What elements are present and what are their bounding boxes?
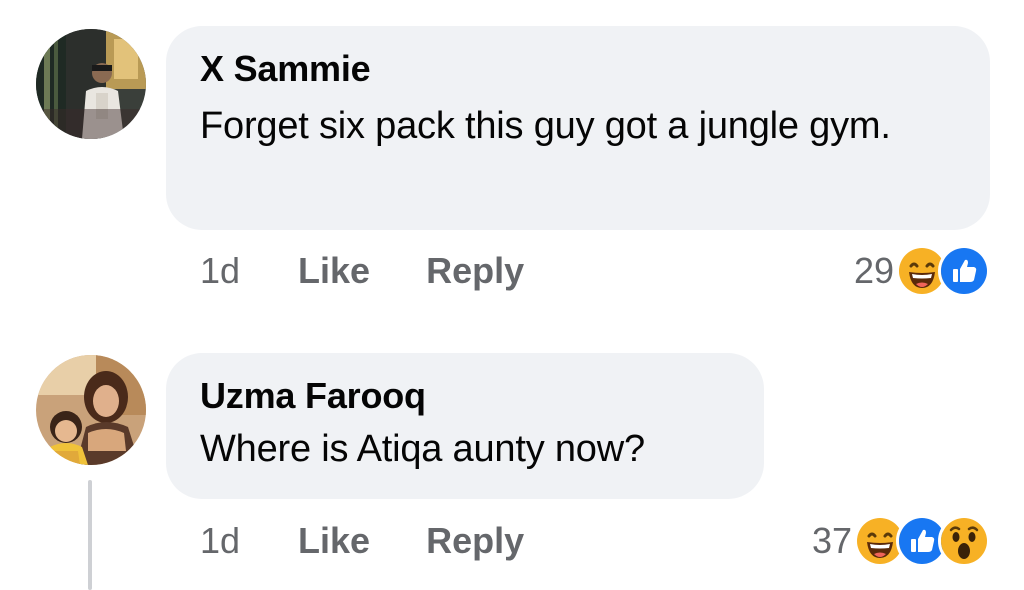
reply-button[interactable]: Reply xyxy=(426,250,524,292)
comment-text: Where is Atiqa aunty now? xyxy=(200,428,645,470)
avatar-photo xyxy=(36,29,146,139)
reaction-summary[interactable]: 37 xyxy=(811,515,990,567)
comment-timestamp[interactable]: 1d xyxy=(200,250,240,292)
reply-thread-line xyxy=(88,480,92,590)
comment-bubble: X Sammie Forget six pack this guy got a … xyxy=(166,26,990,230)
reaction-count: 37 xyxy=(811,520,852,561)
avatar[interactable] xyxy=(36,29,146,139)
avatar[interactable] xyxy=(36,355,146,465)
comment-timestamp[interactable]: 1d xyxy=(200,520,240,562)
wow-icon xyxy=(938,515,990,567)
comment-item: X Sammie Forget six pack this guy got a … xyxy=(0,0,1024,300)
reaction-summary[interactable]: 29 xyxy=(853,245,990,297)
like-icon xyxy=(938,245,990,297)
comment-actions: 1d Like Reply xyxy=(200,516,580,566)
comment-bubble: Uzma Farooq Where is Atiqa aunty now? xyxy=(166,353,764,499)
reply-button[interactable]: Reply xyxy=(426,520,524,562)
comment-author[interactable]: X Sammie xyxy=(200,48,956,90)
avatar-photo xyxy=(36,355,146,465)
comment-item: Uzma Farooq Where is Atiqa aunty now? 1d… xyxy=(0,345,1024,590)
comment-actions: 1d Like Reply xyxy=(200,246,580,296)
reaction-count: 29 xyxy=(853,250,894,291)
like-button[interactable]: Like xyxy=(298,520,370,562)
like-button[interactable]: Like xyxy=(298,250,370,292)
comment-text: Forget six pack this guy got a jungle gy… xyxy=(200,105,891,147)
comment-author[interactable]: Uzma Farooq xyxy=(200,375,730,417)
